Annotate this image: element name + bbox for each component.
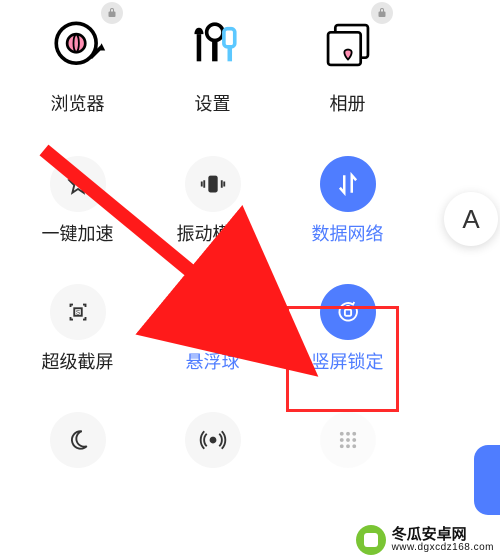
browser-icon [47, 14, 109, 76]
app-label: 设置 [195, 90, 231, 116]
toggle-label: 数据网络 [312, 220, 384, 246]
toggle-label: 超级截屏 [42, 348, 114, 374]
boost-icon [50, 156, 106, 212]
app-label: 浏览器 [51, 90, 105, 116]
toggle-screenshot[interactable]: S 超级截屏 [10, 278, 145, 380]
toggle-label: 悬浮球 [186, 348, 240, 374]
orientation-lock-icon [320, 284, 376, 340]
watermark: 冬瓜安卓网 www.dgxcdz168.com [356, 525, 494, 555]
svg-text:S: S [75, 310, 79, 317]
font-size-button[interactable]: A [444, 192, 498, 246]
vibrate-icon [185, 156, 241, 212]
toggle-row-3 [0, 398, 425, 474]
settings-icon [182, 14, 244, 76]
watermark-logo-icon [356, 525, 386, 555]
app-label: 相册 [330, 90, 366, 116]
toggle-row-2: S 超级截屏 悬浮球 竖屏锁定 [0, 270, 425, 380]
toggle-boost[interactable]: 一键加速 [10, 150, 145, 252]
toggle-label: 竖屏锁定 [312, 348, 384, 374]
toggle-label: 振动模式 [177, 220, 249, 246]
app-settings[interactable]: 设置 [145, 8, 280, 122]
toggle-label: 一键加速 [42, 220, 114, 246]
moon-icon [50, 412, 106, 468]
app-browser[interactable]: 浏览器 [10, 8, 145, 122]
side-handle[interactable] [474, 445, 500, 515]
watermark-url: www.dgxcdz168.com [392, 542, 494, 553]
data-icon [320, 156, 376, 212]
toggle-vibrate[interactable]: 振动模式 [145, 150, 280, 252]
toggle-night-mode[interactable] [10, 406, 145, 474]
watermark-name: 冬瓜安卓网 [392, 527, 494, 542]
gallery-icon [317, 14, 379, 76]
font-size-label: A [462, 204, 479, 235]
toggle-more[interactable] [280, 406, 415, 474]
app-row: 浏览器 设置 相册 [0, 0, 425, 122]
toggle-orientation-lock[interactable]: 竖屏锁定 [280, 278, 415, 380]
toggle-data[interactable]: 数据网络 [280, 150, 415, 252]
hotspot-icon [185, 412, 241, 468]
toggle-hotspot[interactable] [145, 406, 280, 474]
screenshot-icon: S [50, 284, 106, 340]
grid-icon [320, 412, 376, 468]
toggle-float-ball[interactable]: 悬浮球 [145, 278, 280, 380]
toggle-row-1: 一键加速 振动模式 数据网络 [0, 142, 425, 252]
app-gallery[interactable]: 相册 [280, 8, 415, 122]
float-ball-icon [185, 284, 241, 340]
